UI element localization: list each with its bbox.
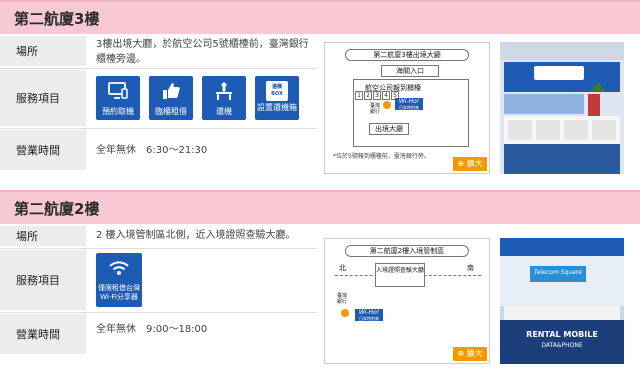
location-text: 3樓出境大廳，於航空公司5號櫃檯前，臺灣銀行櫃檯旁邊。 bbox=[96, 39, 309, 65]
photo-sign-rental: RENTAL MOBILE bbox=[526, 330, 598, 339]
divider bbox=[0, 248, 316, 249]
map-south-label: 南 bbox=[467, 264, 474, 272]
divider bbox=[0, 68, 316, 69]
map-title: 第二航廈2樓入境管制區 bbox=[345, 245, 469, 257]
service-taiwan-wifi-rental[interactable]: 僅限租借台灣 Wi-Fi分享器 bbox=[96, 253, 142, 307]
section-header-t2-2f: 第二航廈2樓 bbox=[0, 190, 640, 224]
service-list: 預約取機 臨櫃租借 還機 還機 BOX 設置還機箱 bbox=[96, 76, 299, 120]
zoom-button[interactable]: ⊕ 擴大 bbox=[453, 347, 487, 361]
service-label: 預約取機 bbox=[102, 107, 134, 116]
map-bank-label: 臺灣銀行 bbox=[369, 103, 380, 115]
wifi-icon bbox=[108, 258, 130, 282]
location-text: 2 樓入境管制區北側，近入境證照查驗大廳。 bbox=[96, 230, 296, 241]
service-return-box[interactable]: 還機 BOX 設置還機箱 bbox=[255, 76, 299, 120]
divider bbox=[0, 312, 316, 313]
zoom-icon: ⊕ bbox=[457, 159, 465, 168]
map-counter-number: 1 bbox=[355, 91, 363, 100]
wiho-logo-sub: 日本特別來 bbox=[359, 316, 379, 321]
counter-photo-image bbox=[500, 42, 624, 174]
hours-label: 營業時間 bbox=[0, 314, 86, 354]
wiho-logo-text: Wi-Ho! bbox=[398, 98, 420, 105]
map-counter-number: 4 bbox=[382, 91, 390, 100]
location-label: 場所 bbox=[0, 36, 86, 66]
return-box-icon: 還機 BOX bbox=[266, 81, 288, 101]
wiho-logo-sub: 日本特別來 bbox=[399, 105, 419, 110]
map-counter-numbers: 1 2 3 4 5 bbox=[355, 91, 399, 100]
map-departure-hall: 出境大廳 bbox=[369, 123, 409, 135]
zoom-label: 擴大 bbox=[466, 349, 483, 358]
wiho-logo: Wi-Ho! 日本特別來 bbox=[395, 98, 423, 110]
map-counter-number: 3 bbox=[373, 91, 381, 100]
counter-photo-t2-3f bbox=[500, 42, 624, 174]
service-label: 設置還機箱 bbox=[257, 103, 297, 112]
service-list: 僅限租借台灣 Wi-Fi分享器 bbox=[96, 253, 142, 307]
service-label: 僅限租借台灣 Wi-Fi分享器 bbox=[98, 284, 140, 301]
return-box-icon-text: 還機 bbox=[271, 84, 282, 90]
service-counter-rental[interactable]: 臨櫃租借 bbox=[149, 76, 193, 120]
photo-sign-telecom: Telecom Square bbox=[534, 269, 582, 276]
counter-icon bbox=[213, 81, 235, 105]
map-north-label: 北 bbox=[339, 264, 346, 272]
map-customs-entrance: 海關入口 bbox=[381, 65, 439, 77]
map-t2-3f[interactable]: 第二航廈3樓出境大廳 海關入口 航空公司報到櫃檯 1 2 3 4 5 臺灣銀行 … bbox=[324, 42, 490, 174]
services-label: 服務項目 bbox=[0, 250, 86, 310]
map-title: 第二航廈3樓出境大廳 bbox=[345, 49, 469, 61]
map-inspection-hall: 入境證照查驗大廳 bbox=[375, 263, 425, 287]
hours-text: 全年無休 9:00～18:00 bbox=[96, 324, 208, 335]
service-return[interactable]: 還機 bbox=[202, 76, 246, 120]
location-pin-icon bbox=[383, 101, 391, 109]
map-t2-2f[interactable]: 第二航廈2樓入境管制區 北 南 入境證照查驗大廳 臺灣銀行 Wi-Ho! 日本特… bbox=[324, 238, 490, 364]
service-label: 還機 bbox=[216, 107, 232, 116]
thumbs-up-icon bbox=[160, 81, 182, 105]
section-title: 第二航廈3樓 bbox=[14, 10, 100, 28]
services-label: 服務項目 bbox=[0, 70, 86, 126]
map-bank-label: 臺灣銀行 bbox=[337, 293, 348, 305]
location-label: 場所 bbox=[0, 226, 86, 246]
service-label: 臨櫃租借 bbox=[155, 107, 187, 116]
location-pin-icon bbox=[341, 309, 349, 317]
service-reserve-pickup[interactable]: 預約取機 bbox=[96, 76, 140, 120]
zoom-icon: ⊕ bbox=[457, 349, 465, 358]
return-box-icon-text: BOX bbox=[271, 91, 283, 97]
wiho-logo-text: Wi-Ho! bbox=[358, 309, 380, 316]
hours-label: 營業時間 bbox=[0, 130, 86, 170]
wiho-logo: Wi-Ho! 日本特別來 bbox=[355, 309, 383, 321]
zoom-button[interactable]: ⊕ 擴大 bbox=[453, 157, 487, 171]
divider bbox=[0, 128, 316, 129]
photo-sign-data: DATA&PHONE bbox=[541, 342, 583, 349]
map-note: *位於5號報到櫃檯前、臺灣銀行旁。 bbox=[333, 153, 430, 160]
zoom-label: 擴大 bbox=[466, 159, 483, 168]
map-counter-number: 2 bbox=[364, 91, 372, 100]
hours-text: 全年無休 6:30～21:30 bbox=[96, 145, 208, 156]
section-title: 第二航廈2樓 bbox=[14, 200, 100, 218]
counter-photo-t2-2f: Telecom Square RENTAL MOBILE DATA&PHONE bbox=[500, 238, 624, 364]
monitor-icon bbox=[107, 81, 129, 105]
section-header-t2-3f: 第二航廈3樓 bbox=[0, 0, 640, 34]
